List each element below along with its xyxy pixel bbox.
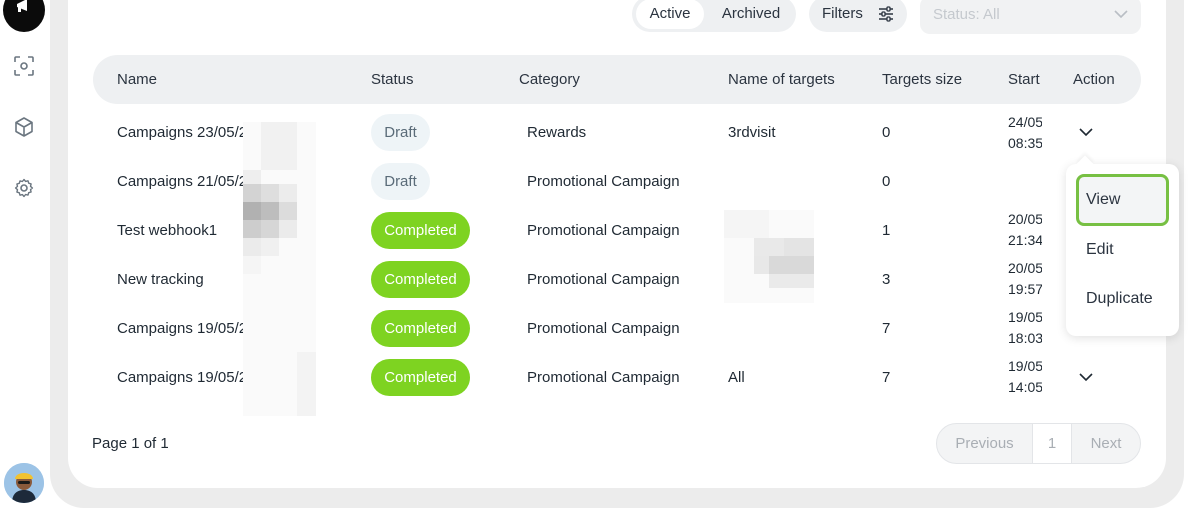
start-datetime: 19/05 14:05 <box>1008 356 1042 398</box>
table-row[interactable]: Test webhook1 Completed Promotional Camp… <box>0 206 1200 255</box>
campaign-name: New tracking <box>117 271 204 288</box>
target-size: 7 <box>882 369 891 386</box>
col-targets[interactable]: Name of targets <box>728 55 835 104</box>
status-badge: Completed <box>371 261 470 298</box>
filters-button[interactable]: Filters <box>809 0 907 32</box>
pagination: Previous 1 Next <box>936 423 1141 464</box>
action-menu: View Edit Duplicate <box>1066 155 1179 336</box>
campaign-name: Test webhook1 <box>117 222 218 239</box>
campaign-category: Promotional Campaign <box>527 222 680 239</box>
target-size: 0 <box>882 173 891 190</box>
start-datetime: 20/05 19:57 <box>1008 258 1042 300</box>
col-start[interactable]: Start <box>1008 55 1040 104</box>
redaction-mosaic <box>724 210 814 303</box>
tab-active[interactable]: Active <box>636 0 704 29</box>
start-datetime: 24/05 08:35 <box>1008 112 1042 154</box>
status-badge: Completed <box>371 310 470 347</box>
start-time: 08:35 <box>1008 135 1042 151</box>
target-size: 7 <box>882 320 891 337</box>
start-time: 19:57 <box>1008 281 1042 297</box>
campaign-category: Promotional Campaign <box>527 369 680 386</box>
menu-item-edit[interactable]: Edit <box>1076 224 1169 276</box>
start-datetime: 19/05 18:03 <box>1008 307 1042 349</box>
campaign-category: Promotional Campaign <box>527 271 680 288</box>
active-archived-toggle: Active Archived <box>632 0 796 32</box>
campaign-category: Promotional Campaign <box>527 173 680 190</box>
previous-button[interactable]: Previous <box>937 424 1032 463</box>
chevron-down-icon[interactable] <box>1079 373 1093 382</box>
status-select-value: Status: All <box>933 6 1000 23</box>
sliders-icon <box>879 6 893 22</box>
start-date: 19/05 <box>1008 309 1042 325</box>
start-datetime: 20/05 21:34 <box>1008 209 1042 251</box>
col-action: Action <box>1073 71 1115 88</box>
target-size: 0 <box>882 124 891 141</box>
scan-icon[interactable] <box>13 55 35 77</box>
col-name[interactable]: Name <box>117 55 157 104</box>
brand-logo[interactable] <box>3 0 45 32</box>
col-status[interactable]: Status <box>371 55 414 104</box>
status-badge: Draft <box>371 163 430 200</box>
table-row[interactable]: Campaigns 21/05/2 Draft Promotional Camp… <box>0 157 1200 206</box>
tab-archived[interactable]: Archived <box>710 0 792 29</box>
table-row[interactable]: Campaigns 19/05/2 Completed Promotional … <box>0 304 1200 353</box>
table-row[interactable]: New tracking Completed Promotional Campa… <box>0 255 1200 304</box>
status-badge: Completed <box>371 359 470 396</box>
chevron-down-icon <box>1114 10 1128 19</box>
start-date: 20/05 <box>1008 260 1042 276</box>
next-button[interactable]: Next <box>1072 424 1140 463</box>
table-header <box>93 55 1141 104</box>
status-badge: Draft <box>371 114 430 151</box>
start-time: 18:03 <box>1008 330 1042 346</box>
status-badge: Completed <box>371 212 470 249</box>
start-time: 21:34 <box>1008 232 1042 248</box>
avatar[interactable] <box>4 463 44 503</box>
campaign-category: Promotional Campaign <box>527 320 680 337</box>
col-targets-size[interactable]: Targets size <box>882 55 962 104</box>
status-select[interactable]: Status: All <box>920 0 1141 34</box>
start-date: 24/05 <box>1008 114 1042 130</box>
menu-item-duplicate[interactable]: Duplicate <box>1076 273 1169 325</box>
target-size: 3 <box>882 271 891 288</box>
user-avatar-icon <box>4 463 44 503</box>
redaction-mosaic <box>243 122 316 416</box>
campaign-name: Campaigns 19/05/2 <box>117 369 244 386</box>
page-info: Page 1 of 1 <box>92 435 169 452</box>
filters-label: Filters <box>822 5 863 22</box>
col-category[interactable]: Category <box>519 55 580 104</box>
target-name: 3rdvisit <box>728 124 776 141</box>
campaign-name: Campaigns 23/05/2 <box>117 124 244 141</box>
target-name: All <box>728 369 745 386</box>
start-date: 19/05 <box>1008 358 1042 374</box>
target-size: 1 <box>882 222 891 239</box>
start-time: 14:05 <box>1008 379 1042 395</box>
campaign-name: Campaigns 19/05/2 <box>117 320 244 337</box>
campaign-name: Campaigns 21/05/2 <box>117 173 244 190</box>
menu-item-view[interactable]: View <box>1076 174 1169 226</box>
megaphone-icon <box>17 0 27 12</box>
campaign-category: Rewards <box>527 124 587 141</box>
start-date: 20/05 <box>1008 211 1042 227</box>
page-number-button[interactable]: 1 <box>1032 424 1072 463</box>
table-row[interactable]: Campaigns 19/05/2 Completed Promotional … <box>0 353 1200 402</box>
table-row[interactable]: Campaigns 23/05/2 Draft Rewards 3rdvisit… <box>0 108 1200 157</box>
chevron-down-icon[interactable] <box>1079 128 1093 137</box>
